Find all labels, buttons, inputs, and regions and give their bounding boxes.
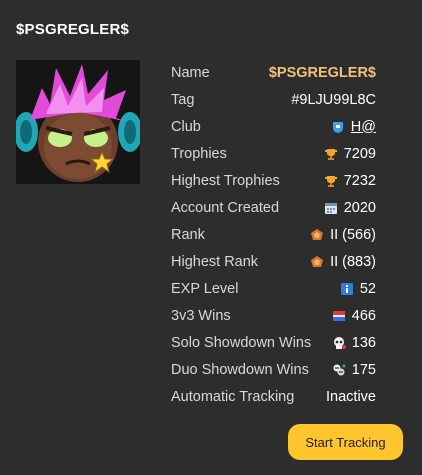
player-title: $PSGREGLER$ <box>16 21 130 38</box>
club-link[interactable]: H@ <box>351 119 376 135</box>
stat-label: Club <box>171 118 201 135</box>
stat-row-duo-showdown: Duo Showdown Wins 175 <box>171 356 376 383</box>
stat-label: Tag <box>171 91 195 108</box>
duo-showdown-value: 175 <box>351 361 376 378</box>
club-badge-icon <box>332 121 343 133</box>
stat-row-account-created: Account Created 2020 <box>171 194 376 221</box>
rank-icon <box>311 228 324 240</box>
trophies-value: 7209 <box>343 145 376 162</box>
stat-label: EXP Level <box>171 280 239 297</box>
exp-level-value: 52 <box>359 280 376 297</box>
automatic-tracking-value: Inactive <box>326 388 376 405</box>
stat-row-highest-rank: Highest Rank II (883) <box>171 248 376 275</box>
highest-rank-value: II (883) <box>330 253 376 270</box>
stat-row-highest-trophies: Highest Trophies 7232 <box>171 167 376 194</box>
rank-icon <box>311 255 324 267</box>
stat-row-solo-showdown: Solo Showdown Wins 136 <box>171 329 376 356</box>
calendar-icon <box>324 202 337 214</box>
stat-row-name: Name $PSGREGLER$ <box>171 59 376 86</box>
stat-row-automatic-tracking: Automatic Tracking Inactive <box>171 383 376 410</box>
stat-label: Highest Trophies <box>171 172 280 189</box>
stat-row-trophies: Trophies 7209 <box>171 140 376 167</box>
stat-row-exp-level: EXP Level 52 <box>171 275 376 302</box>
solo-showdown-value: 136 <box>351 334 376 351</box>
duo-showdown-icon <box>333 364 346 375</box>
brawler-portrait-icon <box>16 60 140 184</box>
stat-label: Duo Showdown Wins <box>171 361 309 378</box>
player-stats-table: Name $PSGREGLER$ Tag #9LJU99L8C Club H@ … <box>171 59 376 410</box>
3v3-icon <box>332 310 345 321</box>
stat-label: Name <box>171 64 210 81</box>
player-name-value: $PSGREGLER$ <box>268 64 376 81</box>
rank-value: II (566) <box>330 226 376 243</box>
stat-label: Account Created <box>171 199 280 216</box>
player-tag-value: #9LJU99L8C <box>291 91 376 108</box>
trophy-icon <box>324 148 337 160</box>
exp-info-icon <box>340 282 353 295</box>
account-created-value: 2020 <box>343 199 376 216</box>
stat-label: Highest Rank <box>171 253 259 270</box>
trophy-icon <box>324 175 337 187</box>
3v3-wins-value: 466 <box>351 307 376 324</box>
stat-row-club: Club H@ <box>171 113 376 140</box>
stat-label: Trophies <box>171 145 227 162</box>
stat-row-3v3-wins: 3v3 Wins 466 <box>171 302 376 329</box>
stat-row-tag: Tag #9LJU99L8C <box>171 86 376 113</box>
start-tracking-button[interactable]: Start Tracking <box>288 424 403 460</box>
stat-label: Solo Showdown Wins <box>171 334 312 351</box>
stat-label: Automatic Tracking <box>171 388 295 405</box>
stat-label: Rank <box>171 226 205 243</box>
skull-icon <box>333 336 346 349</box>
highest-trophies-value: 7232 <box>343 172 376 189</box>
stat-label: 3v3 Wins <box>171 307 231 324</box>
stat-row-rank: Rank II (566) <box>171 221 376 248</box>
